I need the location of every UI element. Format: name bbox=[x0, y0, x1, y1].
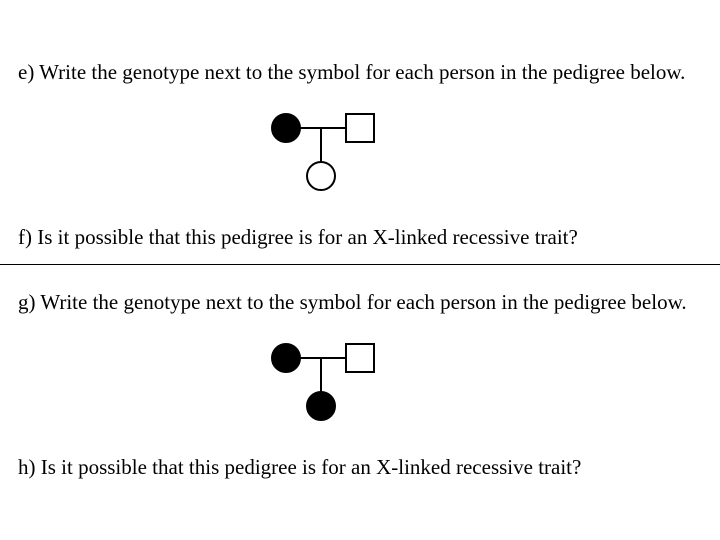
father-symbol bbox=[346, 114, 374, 142]
father-symbol bbox=[346, 344, 374, 372]
divider bbox=[0, 264, 720, 265]
mother-symbol bbox=[272, 344, 300, 372]
question-e: e) Write the genotype next to the symbol… bbox=[18, 60, 702, 85]
question-f: f) Is it possible that this pedigree is … bbox=[18, 225, 702, 250]
pedigree-diagram-e bbox=[266, 112, 386, 202]
question-h: h) Is it possible that this pedigree is … bbox=[18, 455, 702, 480]
pedigree-diagram-g bbox=[266, 342, 386, 432]
worksheet-page: e) Write the genotype next to the symbol… bbox=[0, 0, 720, 540]
child-symbol bbox=[307, 162, 335, 190]
question-g: g) Write the genotype next to the symbol… bbox=[18, 290, 702, 315]
mother-symbol bbox=[272, 114, 300, 142]
child-symbol bbox=[307, 392, 335, 420]
